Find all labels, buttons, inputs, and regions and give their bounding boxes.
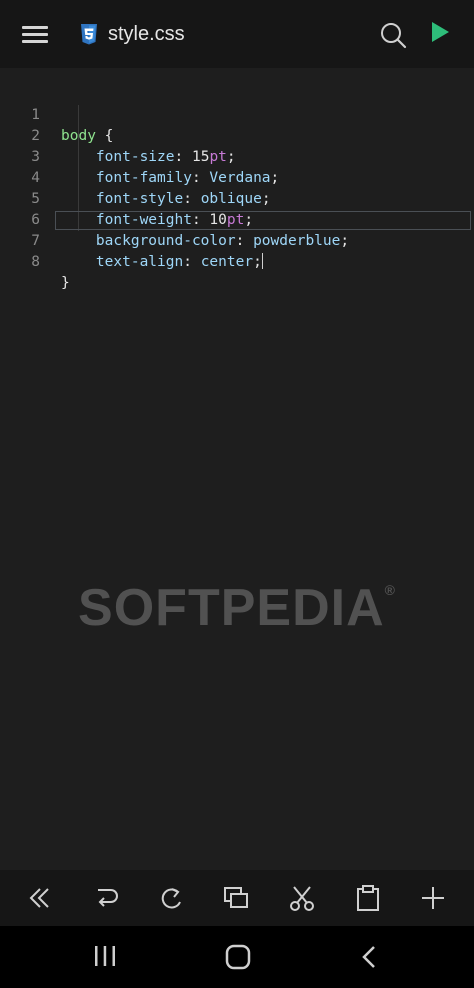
text-cursor xyxy=(261,253,263,269)
watermark-text: SOFTPEDIA xyxy=(78,579,385,637)
css3-file-icon xyxy=(81,24,97,45)
code-text[interactable]: } xyxy=(61,273,70,294)
paste-icon[interactable] xyxy=(354,884,382,912)
code-text[interactable]: text-align: center; xyxy=(61,252,263,273)
code-line[interactable]: 6 background-color: powderblue; xyxy=(0,189,474,249)
file-name: style.css xyxy=(108,23,185,45)
system-navigation-bar xyxy=(0,926,474,988)
add-icon[interactable] xyxy=(419,884,447,912)
watermark: SOFTPEDIA® xyxy=(0,578,474,638)
code-line[interactable]: 1 body { xyxy=(0,84,474,144)
code-line[interactable]: 7 text-align: center; xyxy=(0,210,474,270)
search-icon[interactable] xyxy=(379,21,407,49)
registered-mark: ® xyxy=(384,582,396,598)
home-icon[interactable] xyxy=(225,944,251,970)
undo-icon[interactable] xyxy=(92,884,120,912)
code-line[interactable]: 2 font-size: 15pt; xyxy=(0,105,474,165)
code-line[interactable]: 5 font-weight: 10pt; xyxy=(0,168,474,228)
code-line[interactable]: 8 } xyxy=(0,231,474,291)
cut-icon[interactable] xyxy=(288,884,316,912)
run-icon[interactable] xyxy=(430,21,450,43)
copy-icon[interactable] xyxy=(222,884,250,912)
redo-icon[interactable] xyxy=(158,884,186,912)
code-line[interactable]: 3 font-family: Verdana; xyxy=(0,126,474,186)
menu-icon[interactable] xyxy=(22,24,48,44)
recents-icon[interactable] xyxy=(93,945,117,967)
double-chevron-left-icon[interactable] xyxy=(26,884,54,912)
line-number: 8 xyxy=(31,254,40,270)
code-line[interactable]: 4 font-style: oblique; xyxy=(0,147,474,207)
app-toolbar: style.css xyxy=(0,0,474,68)
edit-toolbar xyxy=(0,870,474,926)
back-icon[interactable] xyxy=(360,945,378,969)
code-editor[interactable]: 1 body { 2 font-size: 15pt; 3 font-famil… xyxy=(0,68,474,870)
